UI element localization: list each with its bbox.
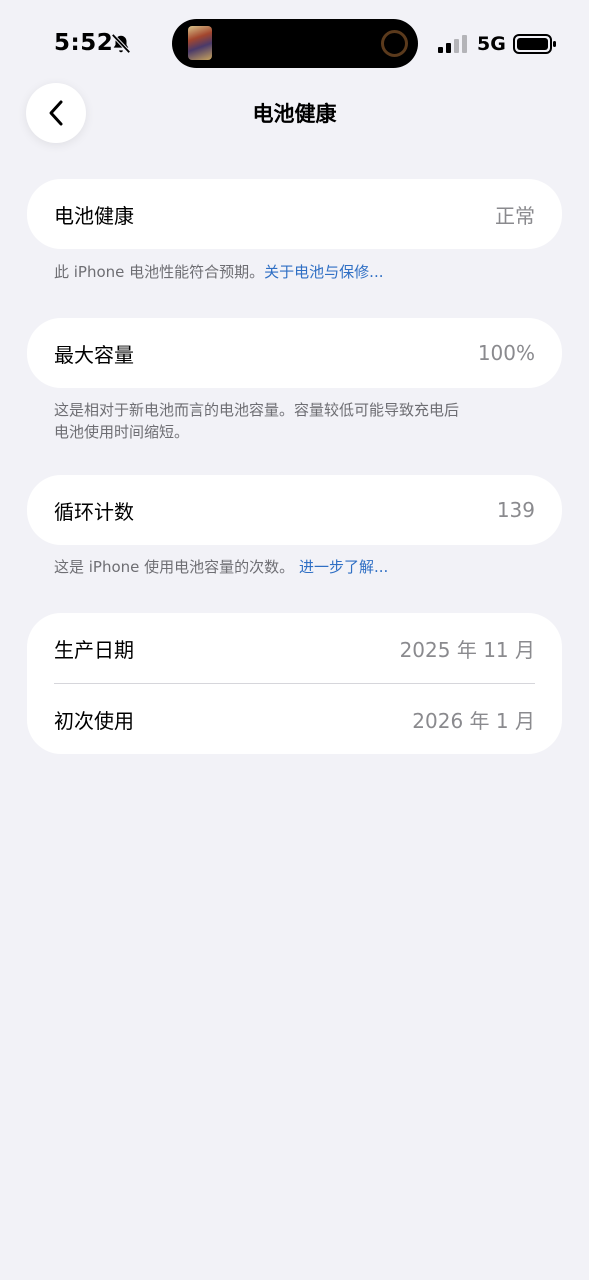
battery-health-card: 电池健康 正常 [27,179,562,249]
battery-health-row: 电池健康 正常 [27,179,562,249]
max-capacity-note-line2: 电池使用时间缩短。 [54,423,190,441]
first-use-value: 2026 年 1 月 [412,708,535,733]
max-capacity-card: 最大容量 100% [27,318,562,388]
signal-icon [438,35,467,53]
manufacture-date-row: 生产日期 2025 年 11 月 [27,613,562,683]
manufacture-date-value: 2025 年 11 月 [399,637,535,662]
battery-health-note-text: 此 iPhone 电池性能符合预期。 [54,263,265,281]
cycle-count-label: 循环计数 [54,499,134,524]
status-time: 5:52 [54,30,114,56]
battery-warranty-link[interactable]: 关于电池与保修... [264,263,383,281]
dynamic-island[interactable] [172,19,418,68]
activity-ring-icon [381,30,408,57]
battery-health-value: 正常 [495,203,535,228]
max-capacity-value: 100% [477,341,535,365]
cycle-count-note: 这是 iPhone 使用电池容量的次数。 进一步了解... [54,556,554,578]
bell-slash-icon [111,33,131,54]
first-use-row: 初次使用 2026 年 1 月 [27,684,562,754]
max-capacity-note-line1: 这是相对于新电池而言的电池容量。容量较低可能导致充电后 [54,401,460,419]
manufacture-date-label: 生产日期 [54,637,134,662]
dates-card: 生产日期 2025 年 11 月 初次使用 2026 年 1 月 [27,613,562,754]
battery-health-screen: 5:52 5G 电池健康 电池健康 正常 此 iPhone 电池性能符合预期。关… [0,0,589,1280]
max-capacity-label: 最大容量 [54,342,134,367]
max-capacity-row: 最大容量 100% [27,318,562,388]
page-title: 电池健康 [252,102,337,126]
max-capacity-note: 这是相对于新电池而言的电池容量。容量较低可能导致充电后 电池使用时间缩短。 [54,399,554,443]
cycle-count-note-text: 这是 iPhone 使用电池容量的次数。 [54,558,295,576]
now-playing-artwork [188,26,212,60]
learn-more-link[interactable]: 进一步了解... [299,558,388,576]
battery-icon [513,34,556,54]
status-bar: 5:52 5G [0,0,589,90]
cycle-count-row: 循环计数 139 [27,475,562,545]
network-type: 5G [477,33,506,55]
first-use-label: 初次使用 [54,708,134,733]
battery-health-note: 此 iPhone 电池性能符合预期。关于电池与保修... [54,261,554,283]
cycle-count-value: 139 [496,498,535,522]
cycle-count-card: 循环计数 139 [27,475,562,545]
battery-health-label: 电池健康 [54,203,134,228]
